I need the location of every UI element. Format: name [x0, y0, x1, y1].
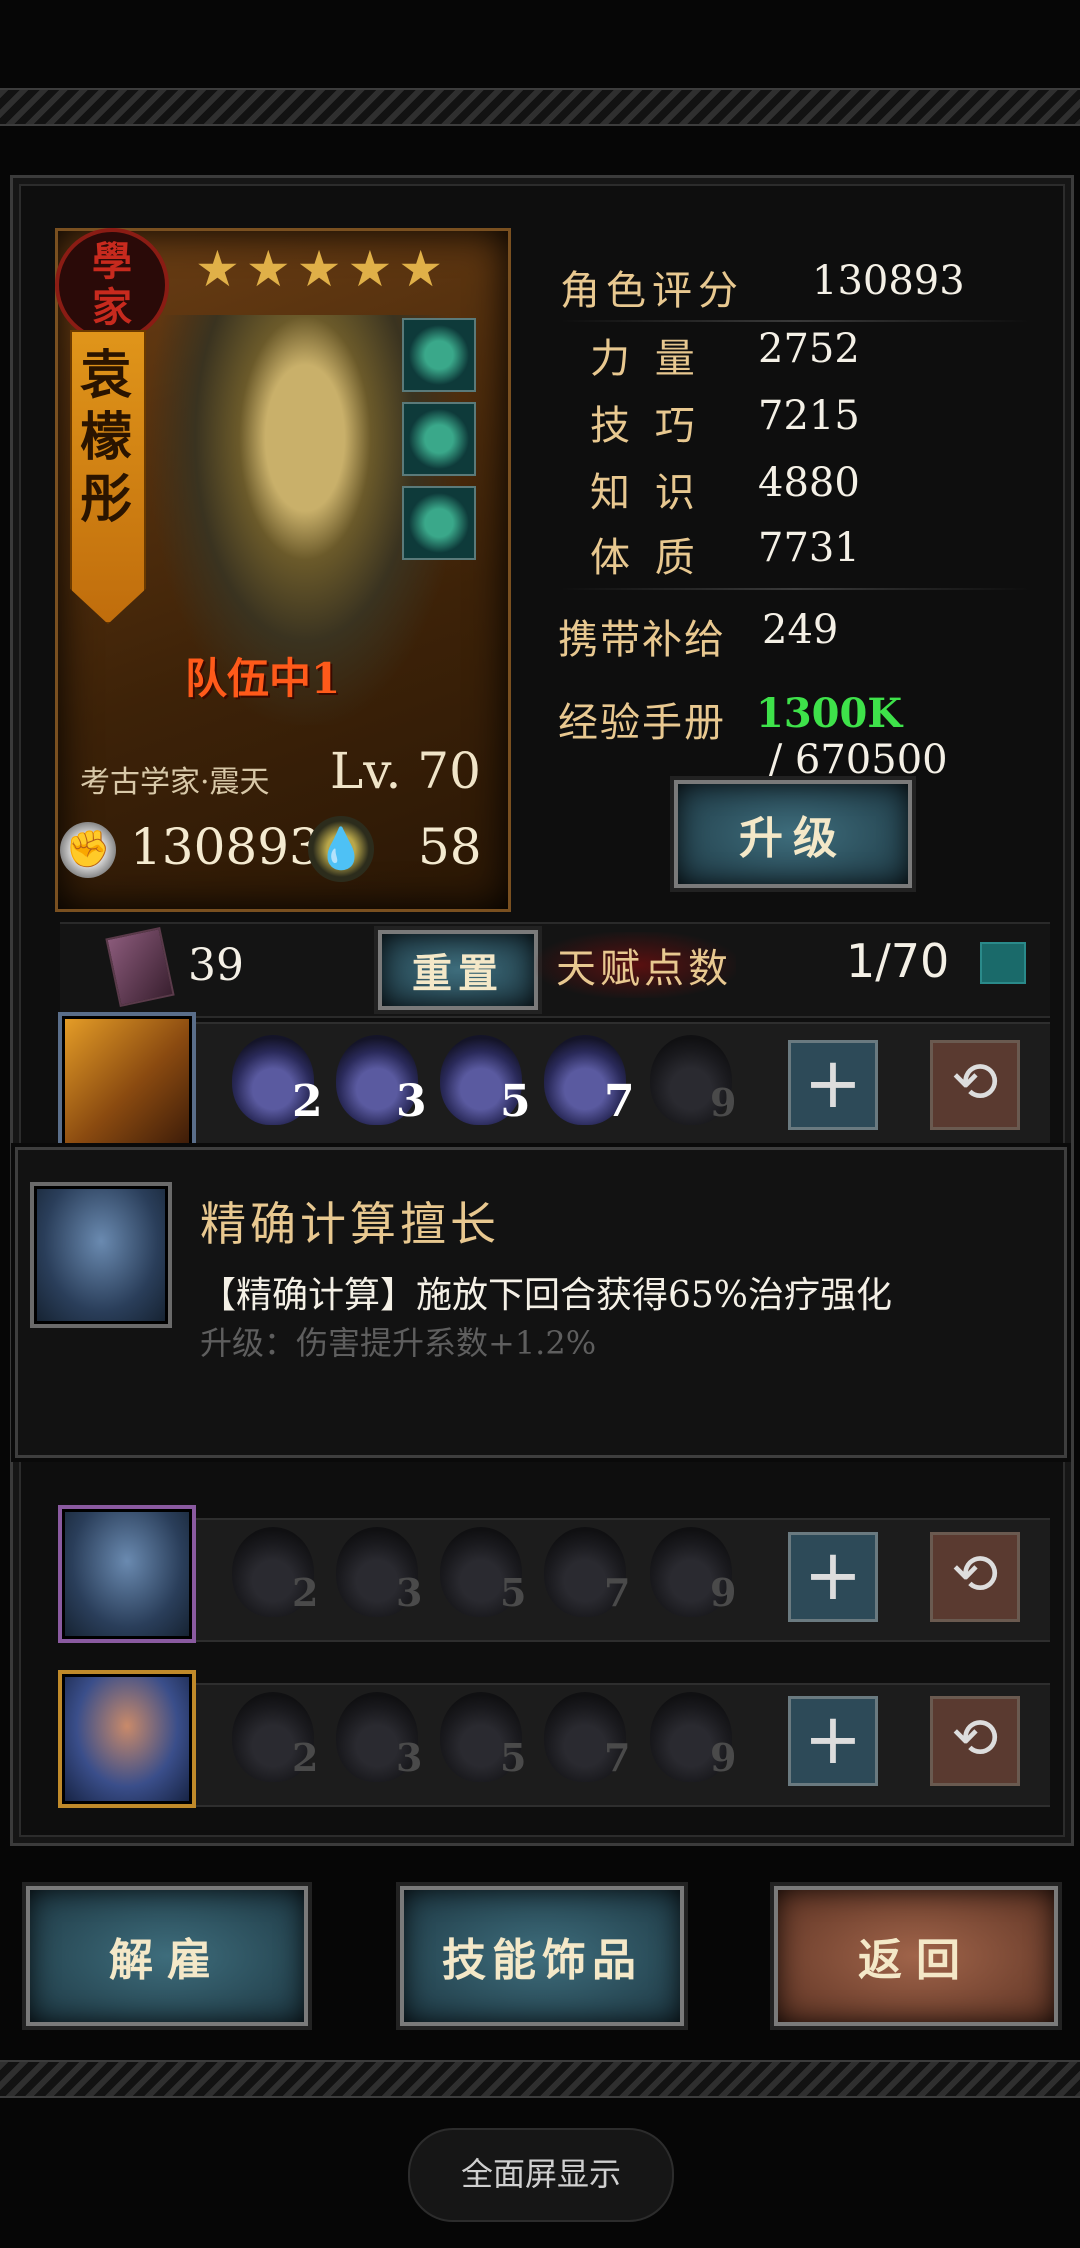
- stat-label-constitution: 体 质: [590, 535, 701, 581]
- ring-icon[interactable]: [402, 402, 476, 476]
- talent-level: 7: [604, 1076, 635, 1127]
- talent-level: 9: [710, 1735, 737, 1780]
- exp-label: 经验手册: [558, 700, 726, 746]
- talent-level: 5: [500, 1570, 527, 1615]
- top-decor-band: [0, 88, 1080, 126]
- supply-points-value: 58: [418, 818, 482, 876]
- bottom-decor-band: [0, 2060, 1080, 2098]
- hero-name-char: 彤: [79, 469, 132, 530]
- team-status-label: 队伍中1: [185, 654, 341, 703]
- exp-value: 1300K / 670500: [756, 690, 1080, 783]
- talent-level: 2: [292, 1570, 319, 1615]
- swap-skill-button[interactable]: ⟲: [930, 1696, 1020, 1786]
- talent-level: 7: [604, 1735, 631, 1780]
- tooltip-upgrade-info: 升级：伤害提升系数+1.2%: [200, 1324, 597, 1362]
- talent-level: 9: [710, 1080, 737, 1125]
- stat-value-knowledge: 4880: [758, 460, 860, 506]
- level-label: Lv. 70: [330, 742, 481, 800]
- pendant-icon[interactable]: [402, 318, 476, 392]
- hero-name-char: 檬: [79, 407, 132, 468]
- talent-level: 2: [292, 1735, 319, 1780]
- talent-points-value: 1/70: [846, 934, 950, 988]
- class-badge: 學 家: [55, 228, 169, 342]
- star-rating: ★★★★★: [195, 240, 450, 298]
- class-badge-char-1: 學: [92, 238, 132, 285]
- scholar-skill-icon: [30, 1182, 172, 1328]
- stat-value-supply: 249: [762, 607, 839, 653]
- swap-skill-button[interactable]: ⟲: [930, 1040, 1020, 1130]
- stat-divider: [560, 588, 1030, 590]
- talent-level: 2: [292, 1076, 323, 1127]
- talent-gem-icon: [980, 942, 1026, 984]
- stat-label-skill: 技 巧: [590, 403, 701, 449]
- stat-label-score: 角色评分: [560, 268, 744, 314]
- add-talent-button[interactable]: +: [788, 1696, 878, 1786]
- stat-label-strength: 力 量: [590, 336, 701, 382]
- talent-level: 5: [500, 1076, 531, 1127]
- talent-level: 9: [710, 1570, 737, 1615]
- subclass-label: 考古学家·震天: [80, 765, 270, 800]
- stat-label-supply: 携带补给: [558, 617, 726, 663]
- talent-points-label: 天赋点数: [556, 946, 732, 992]
- book-count: 39: [188, 940, 244, 991]
- talent-level: 3: [396, 1735, 423, 1780]
- reset-button[interactable]: 重置: [374, 926, 542, 1014]
- skill-items-button[interactable]: 技能饰品: [396, 1882, 688, 2030]
- hero-name: 袁 檬 彤: [70, 345, 142, 531]
- exp-current: 1300K: [756, 690, 903, 737]
- talent-level: 5: [500, 1735, 527, 1780]
- class-badge-char-2: 家: [92, 284, 132, 331]
- tooltip-description: 【精确计算】施放下回合获得65%治疗强化: [200, 1275, 893, 1316]
- upgrade-button[interactable]: 升级: [670, 776, 916, 892]
- stat-label-knowledge: 知 识: [590, 470, 701, 516]
- fullscreen-display-button[interactable]: 全面屏显示: [408, 2128, 674, 2222]
- fist-icon: ✊: [60, 822, 116, 878]
- stat-value-strength: 2752: [758, 326, 860, 372]
- add-talent-button[interactable]: +: [788, 1040, 878, 1130]
- talent-level: 3: [396, 1570, 423, 1615]
- dismiss-button[interactable]: 解雇: [22, 1882, 312, 2030]
- stat-value-skill: 7215: [758, 393, 860, 439]
- tooltip-title: 精确计算擅长: [200, 1197, 500, 1251]
- supply-drop-icon: 💧: [308, 816, 374, 882]
- add-talent-button[interactable]: +: [788, 1532, 878, 1622]
- talent-level: 3: [396, 1076, 427, 1127]
- swap-skill-button[interactable]: ⟲: [930, 1532, 1020, 1622]
- stat-value-score: 130893: [812, 258, 965, 304]
- strength-skill-icon[interactable]: [58, 1670, 196, 1808]
- stat-value-constitution: 7731: [758, 525, 860, 571]
- gem-icon[interactable]: [402, 486, 476, 560]
- blade-skill-icon[interactable]: [58, 1012, 196, 1150]
- hero-name-char: 袁: [79, 345, 132, 406]
- scholar-skill-icon[interactable]: [58, 1505, 196, 1643]
- stat-divider: [560, 320, 1030, 322]
- power-value: 130893: [130, 818, 321, 876]
- back-button[interactable]: 返回: [770, 1882, 1062, 2030]
- talent-level: 7: [604, 1570, 631, 1615]
